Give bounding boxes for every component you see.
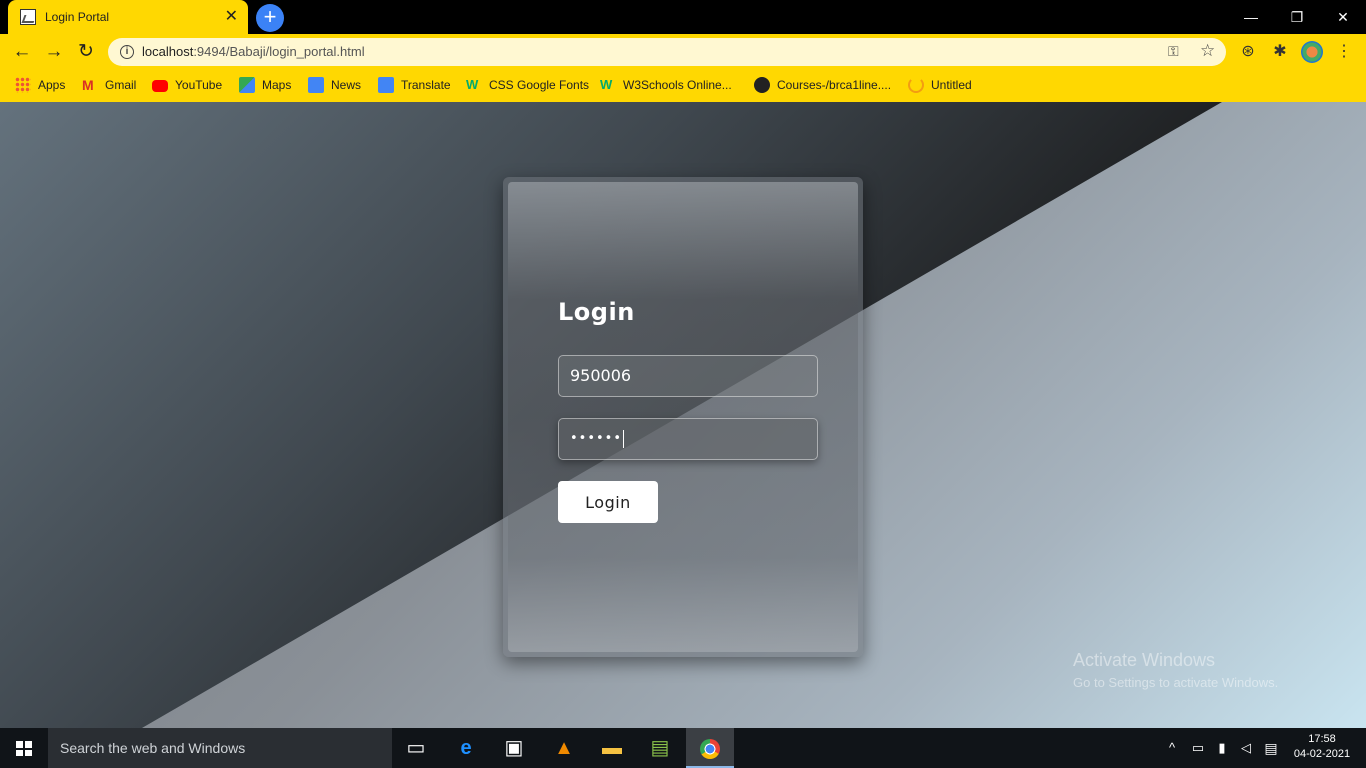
- watermark-subtitle: Go to Settings to activate Windows.: [1073, 675, 1279, 690]
- tab-title: Login Portal: [45, 10, 110, 24]
- apps-grid-icon: [15, 77, 31, 93]
- bookmark-news[interactable]: News: [308, 76, 361, 94]
- menu-kebab-icon[interactable]: ⋮: [1332, 40, 1356, 64]
- password-input[interactable]: ••••••: [558, 418, 818, 460]
- github-icon: [754, 77, 770, 93]
- bookmark-label: Maps: [262, 78, 292, 92]
- login-card-inner: Login 950006 •••••• Login: [508, 182, 858, 652]
- text-caret: [623, 429, 625, 448]
- bookmark-maps[interactable]: Maps: [239, 76, 291, 94]
- search-placeholder: Search the web and Windows: [60, 740, 246, 756]
- bookmark-label: YouTube: [175, 78, 223, 92]
- windows-taskbar: Search the web and Windows ▭ e ▣ ▲ ▬ ▤ ^…: [0, 728, 1366, 768]
- bookmark-untitled[interactable]: Untitled: [908, 76, 972, 94]
- user-id-input[interactable]: 950006: [558, 355, 818, 397]
- network-icon[interactable]: ▭: [1186, 728, 1210, 768]
- forward-button[interactable]: →: [41, 40, 67, 66]
- page-background: Login 950006 •••••• Login Activate Windo…: [0, 102, 1366, 728]
- news-icon: [308, 77, 324, 93]
- browser-toolbar: ← → ↻ i localhost:9494/Babaji/login_port…: [0, 34, 1366, 70]
- bookmark-label: Courses-/brca1line....: [777, 78, 892, 92]
- minimize-button[interactable]: —: [1228, 4, 1274, 30]
- notifications-icon[interactable]: ▤: [1258, 728, 1284, 768]
- profile-avatar[interactable]: [1301, 41, 1323, 63]
- browser-tabstrip: Login Portal ✕ + — ❐ ✕: [0, 0, 1366, 34]
- battery-icon[interactable]: ▮: [1210, 728, 1234, 768]
- bookmark-label: Untitled: [931, 78, 972, 92]
- address-url[interactable]: localhost:9494/Babaji/login_portal.html: [142, 44, 365, 59]
- bookmark-star-icon[interactable]: ☆: [1200, 41, 1215, 61]
- tab-close-icon[interactable]: ✕: [225, 9, 238, 25]
- bookmark-label: Translate: [401, 78, 451, 92]
- bookmark-label: Gmail: [105, 78, 137, 92]
- start-button[interactable]: [0, 728, 48, 768]
- activate-windows-watermark: Activate Windows Go to Settings to activ…: [1073, 650, 1278, 690]
- login-title: Login: [558, 298, 635, 326]
- bookmark-label: Apps: [38, 78, 66, 92]
- close-window-button[interactable]: ✕: [1320, 4, 1366, 30]
- notepad-editor-icon[interactable]: ▤: [636, 728, 684, 768]
- address-bar[interactable]: i localhost:9494/Babaji/login_portal.htm…: [108, 38, 1226, 66]
- loading-icon: [908, 77, 924, 93]
- puzzle-extensions-icon[interactable]: ✱: [1268, 40, 1292, 64]
- bookmark-youtube[interactable]: YouTube: [152, 76, 222, 94]
- edge-browser-icon[interactable]: e: [442, 728, 490, 768]
- bookmark-w3schools[interactable]: W W3Schools Online...: [600, 76, 732, 94]
- page-favicon-icon: [20, 9, 36, 25]
- bookmark-github-courses[interactable]: Courses-/brca1line....: [754, 76, 891, 94]
- new-tab-button[interactable]: +: [256, 4, 284, 32]
- login-card: Login 950006 •••••• Login: [503, 177, 863, 657]
- clock-date: 04-02-2021: [1293, 748, 1351, 760]
- reload-button[interactable]: ↻: [73, 40, 99, 66]
- windows-logo-icon: [16, 741, 32, 756]
- youtube-icon: [152, 80, 168, 92]
- task-view-icon[interactable]: ▭: [392, 728, 440, 768]
- system-clock[interactable]: 17:58 04-02-2021: [1290, 732, 1354, 762]
- password-key-icon[interactable]: ⚿: [1168, 43, 1179, 60]
- gmail-icon: M: [82, 77, 94, 93]
- bookmark-gmail[interactable]: M Gmail: [82, 76, 136, 94]
- bookmark-css-google-fonts[interactable]: W CSS Google Fonts: [466, 76, 589, 94]
- chrome-icon[interactable]: [686, 728, 734, 768]
- w3schools-icon: W: [466, 77, 479, 92]
- clock-time: 17:58: [1308, 733, 1336, 745]
- bookmark-label: News: [331, 78, 362, 92]
- watermark-title: Activate Windows: [1073, 650, 1216, 670]
- password-mask: ••••••: [570, 431, 623, 446]
- file-explorer-icon[interactable]: ▬: [588, 728, 636, 768]
- maps-icon: [239, 77, 255, 93]
- site-info-icon[interactable]: i: [120, 45, 134, 59]
- translate-icon: [378, 77, 394, 93]
- bookmark-apps[interactable]: Apps: [15, 76, 65, 94]
- bookmarks-bar: Apps M Gmail YouTube Maps News Translate…: [0, 70, 1366, 102]
- browser-tab[interactable]: Login Portal ✕: [8, 0, 248, 34]
- vlc-icon[interactable]: ▲: [540, 728, 588, 768]
- bookmark-label: CSS Google Fonts: [489, 78, 590, 92]
- login-button[interactable]: Login: [558, 481, 658, 523]
- store-icon[interactable]: ▣: [490, 728, 538, 768]
- bookmark-label: W3Schools Online...: [623, 78, 732, 92]
- taskbar-search-box[interactable]: Search the web and Windows: [48, 728, 392, 768]
- bookmark-translate[interactable]: Translate: [378, 76, 451, 94]
- restore-button[interactable]: ❐: [1274, 4, 1320, 30]
- back-button[interactable]: ←: [9, 40, 35, 66]
- w3schools-icon: W: [600, 77, 613, 92]
- tray-chevron-icon[interactable]: ^: [1160, 728, 1184, 768]
- extension-icon[interactable]: ⊛: [1236, 40, 1260, 64]
- volume-icon[interactable]: ◁: [1234, 728, 1258, 768]
